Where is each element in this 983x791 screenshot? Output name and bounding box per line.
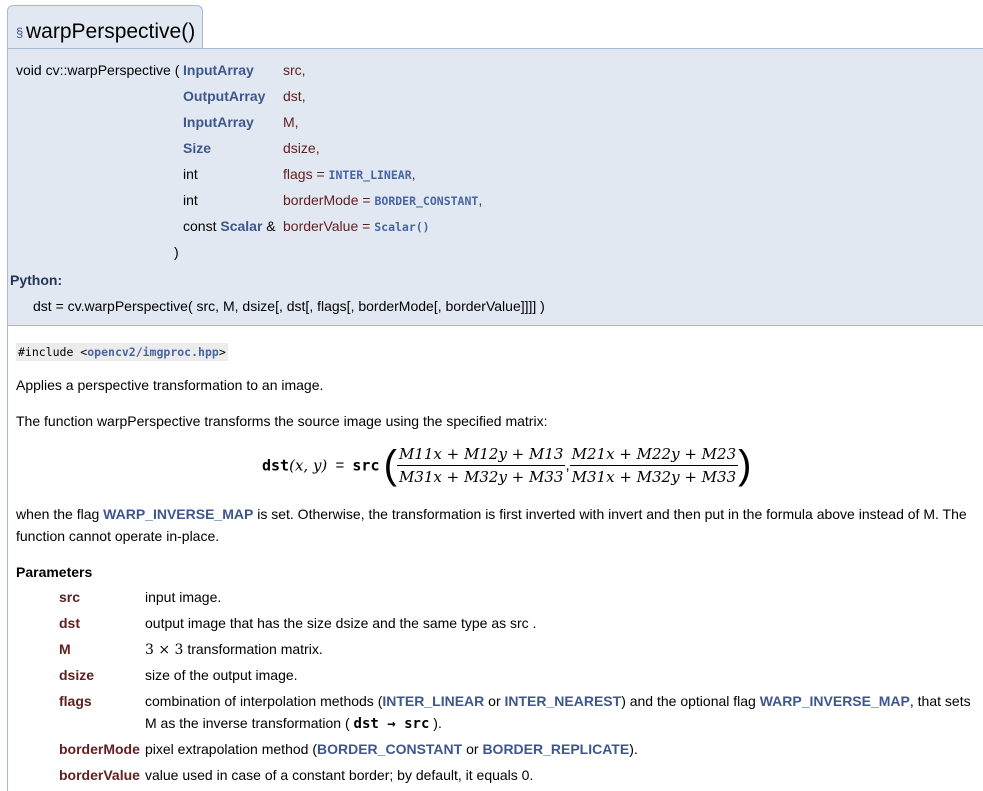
param-doc-desc-line2: M as the inverse transformation ( dst → … bbox=[145, 715, 442, 732]
param-name: dsize, bbox=[283, 140, 320, 156]
default-value-link[interactable]: INTER_LINEAR bbox=[329, 168, 412, 182]
param-doc-desc: output image that has the size dsize and… bbox=[145, 615, 537, 631]
param-doc-name: borderValue bbox=[59, 767, 140, 783]
param-doc-desc: size of the output image. bbox=[145, 667, 298, 683]
param-type-link[interactable]: InputArray bbox=[183, 62, 254, 78]
inter-linear-link[interactable]: INTER_LINEAR bbox=[382, 693, 484, 709]
python-label: Python: bbox=[10, 272, 63, 288]
param-name: borderValue = Scalar() bbox=[283, 218, 430, 234]
python-signature: dst = cv.warpPerspective( src, M, dsize[… bbox=[33, 298, 545, 314]
param-type: int bbox=[183, 192, 198, 208]
param-type-link[interactable]: InputArray bbox=[183, 114, 254, 130]
param-doc-name: flags bbox=[59, 693, 92, 709]
param-name: M, bbox=[283, 114, 299, 130]
param-doc-desc: combination of interpolation methods (IN… bbox=[145, 693, 971, 709]
formula: dst(x, y) = src ( M11x + M12y + M13 M31x… bbox=[262, 443, 752, 487]
param-doc-desc: 3 × 3 transformation matrix. bbox=[145, 641, 323, 658]
default-value-link[interactable]: BORDER_CONSTANT bbox=[374, 194, 478, 208]
param-name: dst, bbox=[283, 88, 306, 104]
intro-paragraph: The function warpPerspective transforms … bbox=[16, 413, 548, 429]
include-line: #include <opencv2/imgproc.hpp> bbox=[16, 343, 228, 361]
brief-description: Applies a perspective transformation to … bbox=[16, 377, 324, 393]
warp-inverse-map-link[interactable]: WARP_INVERSE_MAP bbox=[103, 506, 253, 522]
member-title-tab: § warpPerspective() bbox=[7, 5, 203, 49]
param-doc-desc: pixel extrapolation method (BORDER_CONST… bbox=[145, 741, 638, 757]
border-constant-link[interactable]: BORDER_CONSTANT bbox=[317, 741, 462, 757]
page-title: warpPerspective() bbox=[26, 20, 196, 43]
param-name: flags = INTER_LINEAR, bbox=[283, 166, 416, 182]
flag-paragraph-line2: function cannot operate in-place. bbox=[16, 528, 220, 544]
param-name: src, bbox=[283, 62, 306, 78]
param-name: borderMode = BORDER_CONSTANT, bbox=[283, 192, 483, 208]
default-value-link[interactable]: Scalar() bbox=[374, 220, 429, 234]
param-type-link[interactable]: Size bbox=[183, 140, 211, 156]
border-replicate-link[interactable]: BORDER_REPLICATE bbox=[482, 741, 629, 757]
param-doc-name: M bbox=[59, 641, 71, 657]
param-doc-name: dst bbox=[59, 615, 80, 631]
param-type-link[interactable]: Scalar bbox=[220, 218, 262, 234]
inter-nearest-link[interactable]: INTER_NEAREST bbox=[505, 693, 622, 709]
param-type: int bbox=[183, 166, 198, 182]
function-prototype bbox=[7, 48, 983, 326]
include-file-link[interactable]: opencv2/imgproc.hpp bbox=[87, 345, 219, 359]
close-paren: ) bbox=[174, 244, 179, 260]
param-doc-desc: input image. bbox=[145, 589, 222, 605]
warp-inverse-map-link[interactable]: WARP_INVERSE_MAP bbox=[760, 693, 910, 709]
param-doc-name: borderMode bbox=[59, 741, 140, 757]
param-doc-name: dsize bbox=[59, 667, 95, 683]
param-doc-name: src bbox=[59, 589, 81, 605]
param-type-link[interactable]: OutputArray bbox=[183, 88, 265, 104]
flag-paragraph: when the flag WARP_INVERSE_MAP is set. O… bbox=[16, 506, 967, 522]
section-anchor-link[interactable]: § bbox=[16, 25, 23, 40]
param-doc-desc: value used in case of a constant border;… bbox=[145, 767, 534, 783]
function-signature-start: void cv::warpPerspective ( bbox=[16, 62, 180, 78]
parameters-heading: Parameters bbox=[16, 564, 93, 580]
param-type: const Scalar & bbox=[183, 218, 276, 234]
